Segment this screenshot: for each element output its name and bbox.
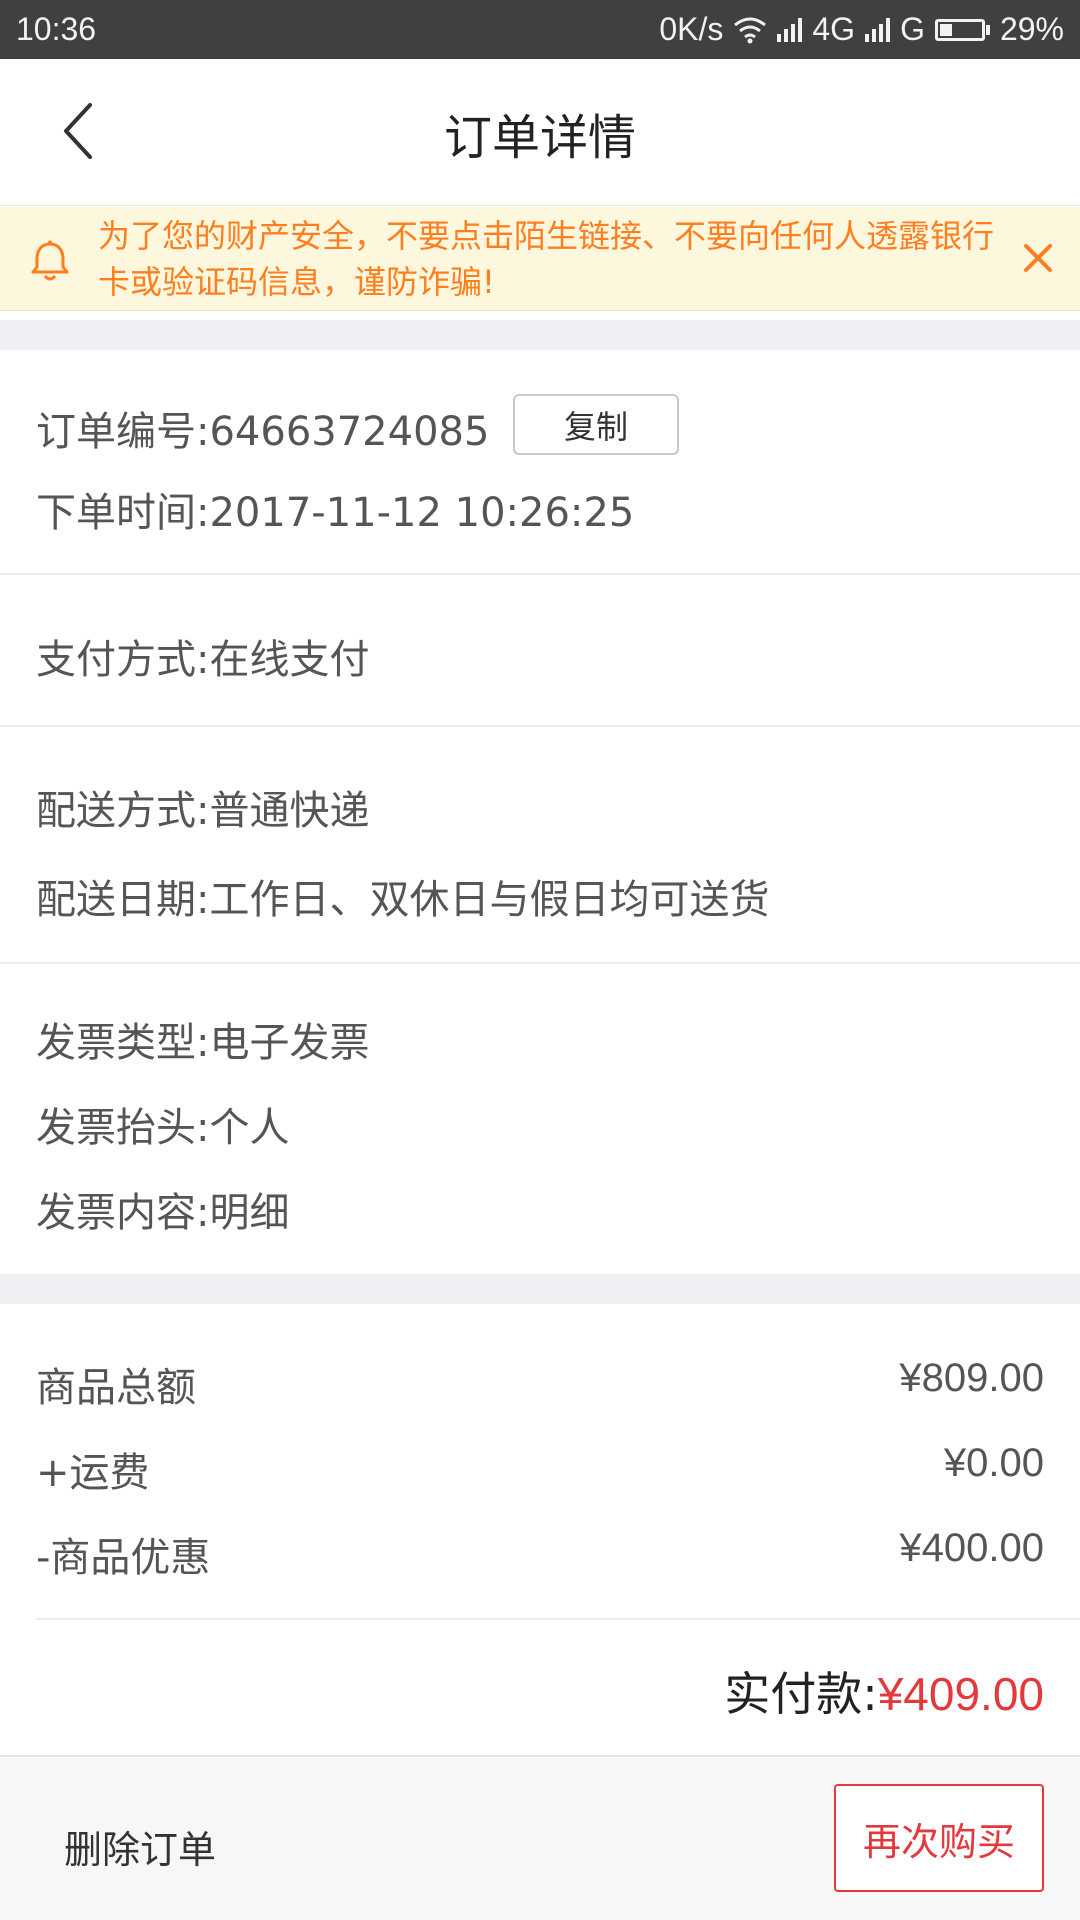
battery-percent: 29% bbox=[999, 11, 1064, 47]
discount-value: ¥400.00 bbox=[899, 1526, 1044, 1570]
delivery-method: 配送方式:普通快递 bbox=[36, 788, 370, 834]
network-4g: 4G bbox=[812, 11, 856, 47]
notice-text: 为了您的财产安全，不要点击陌生链接、不要向任何人透露银行卡或验证码信息，谨防诈骗… bbox=[98, 217, 995, 301]
total-paid: 实付款:¥409.00 bbox=[724, 1658, 1044, 1724]
bottom-action-bar: 删除订单 再次购买 bbox=[0, 1755, 1080, 1920]
status-indicators: 0K/s 4G G 29% bbox=[659, 11, 1064, 48]
order-time: 下单时间:2017-11-12 10:26:25 bbox=[36, 490, 635, 536]
invoice-type: 发票类型:电子发票 bbox=[36, 1020, 370, 1066]
net-speed: 0K/s bbox=[659, 11, 724, 47]
section-gap bbox=[0, 1274, 1080, 1304]
delete-order-button[interactable]: 删除订单 bbox=[64, 1819, 216, 1874]
divider bbox=[0, 573, 1080, 575]
battery-icon bbox=[934, 18, 990, 41]
discount-label: -商品优惠 bbox=[36, 1535, 211, 1581]
section-gap bbox=[0, 320, 1080, 350]
total-value: ¥409.00 bbox=[877, 1668, 1044, 1720]
shipping-value: ¥0.00 bbox=[943, 1441, 1044, 1485]
network-g: G bbox=[900, 11, 925, 47]
delivery-date: 配送日期:工作日、双休日与假日均可送货 bbox=[36, 877, 770, 923]
subtotal-value: ¥809.00 bbox=[899, 1356, 1044, 1400]
order-number: 订单编号:64663724085 bbox=[36, 409, 490, 455]
nav-bar: 订单详情 bbox=[0, 59, 1080, 206]
invoice-content: 发票内容:明细 bbox=[36, 1190, 290, 1236]
wifi-icon bbox=[734, 17, 767, 43]
close-icon[interactable] bbox=[1018, 238, 1058, 278]
page-title: 订单详情 bbox=[443, 109, 636, 166]
bell-icon bbox=[31, 240, 69, 281]
subtotal-label: 商品总额 bbox=[36, 1365, 196, 1411]
signal-icon bbox=[777, 17, 803, 42]
copy-button[interactable]: 复制 bbox=[513, 394, 679, 455]
invoice-title: 发票抬头:个人 bbox=[36, 1105, 290, 1151]
signal-icon bbox=[865, 17, 891, 42]
payment-method: 支付方式:在线支付 bbox=[36, 637, 370, 683]
status-bar: 10:36 0K/s 4G G 29% bbox=[0, 0, 1080, 59]
divider bbox=[0, 962, 1080, 964]
buy-again-button[interactable]: 再次购买 bbox=[834, 1784, 1044, 1892]
divider bbox=[0, 725, 1080, 727]
status-time: 10:36 bbox=[16, 11, 97, 47]
back-button[interactable] bbox=[38, 89, 118, 173]
chevron-left-icon bbox=[64, 103, 92, 159]
divider bbox=[36, 1618, 1080, 1620]
security-notice: 为了您的财产安全，不要点击陌生链接、不要向任何人透露银行卡或验证码信息，谨防诈骗… bbox=[0, 207, 1080, 311]
total-label: 实付款: bbox=[724, 1667, 878, 1721]
shipping-label: +运费 bbox=[36, 1450, 150, 1496]
